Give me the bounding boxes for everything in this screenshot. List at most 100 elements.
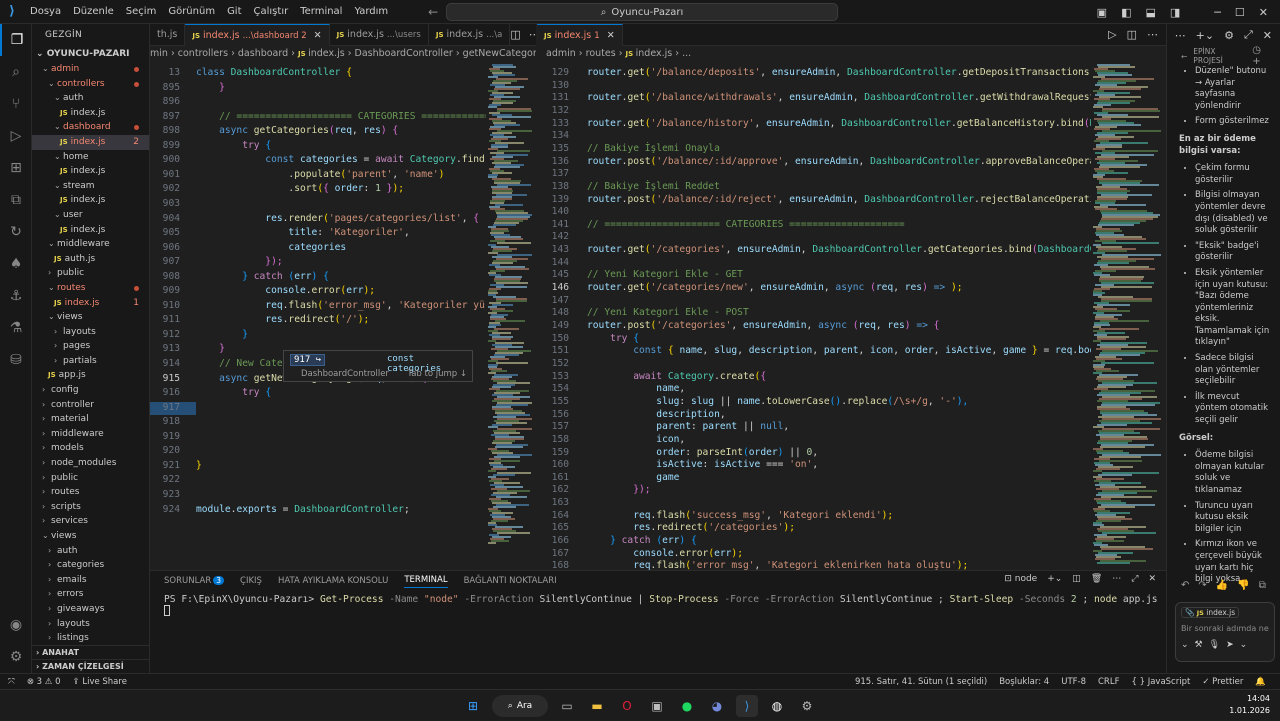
folder-item[interactable]: › categories bbox=[32, 558, 149, 573]
menu-item[interactable]: Çalıştır bbox=[248, 0, 295, 24]
breadcrumb-item[interactable]: admin bbox=[546, 48, 576, 59]
undo-icon[interactable]: ↶ bbox=[1181, 580, 1189, 591]
breadcrumb-item[interactable]: index.js bbox=[636, 48, 673, 59]
redo-icon[interactable]: ↷ bbox=[1198, 580, 1206, 591]
folder-item[interactable]: ⌄ controllers bbox=[32, 77, 149, 92]
breadcrumb-item[interactable]: controllers bbox=[178, 48, 228, 59]
editor-tab[interactable]: JS index.js ...\dashboard 2 ✕ bbox=[185, 24, 330, 47]
timeline-section[interactable]: › ZAMAN ÇİZELGESİ bbox=[32, 659, 149, 673]
chat-more-icon[interactable]: ⋯ bbox=[1175, 29, 1186, 42]
folder-item[interactable]: › layouts bbox=[32, 617, 149, 632]
remote-icon[interactable]: ⤧ bbox=[8, 677, 15, 687]
right-minimap[interactable] bbox=[1091, 62, 1166, 570]
menu-item[interactable]: Yardım bbox=[348, 0, 394, 24]
chat-maximize-icon[interactable]: ⤢ bbox=[1244, 28, 1253, 42]
tools-icon[interactable]: ⚒ bbox=[1195, 640, 1203, 650]
split-terminal-icon[interactable]: ◫ bbox=[1072, 574, 1081, 584]
panel-tab[interactable]: SORUNLAR 3 bbox=[164, 576, 225, 586]
breadcrumb-item[interactable]: ... bbox=[682, 48, 691, 59]
panel-tab[interactable]: ÇIKIŞ bbox=[240, 576, 262, 586]
folder-item[interactable]: ⌄ middleware bbox=[32, 237, 149, 252]
system-clock[interactable]: 14:04 1.01.2026 bbox=[1229, 693, 1270, 717]
search-view-icon[interactable]: ⌕ bbox=[0, 56, 32, 88]
folder-item[interactable]: › auth bbox=[32, 544, 149, 559]
remote-explorer-icon[interactable]: ⧉ bbox=[0, 184, 32, 216]
send-options-icon[interactable]: ⌄ bbox=[1240, 640, 1248, 650]
settings-app-icon[interactable]: ⚙ bbox=[796, 695, 818, 717]
encoding-status[interactable]: UTF-8 bbox=[1061, 677, 1086, 687]
layout-icon[interactable]: ▣ bbox=[1097, 6, 1107, 19]
folder-item[interactable]: › emails bbox=[32, 573, 149, 588]
cursor-position[interactable]: 915. Satır, 41. Sütun (1 seçildi) bbox=[855, 677, 987, 687]
more-actions-icon[interactable]: ⋯ bbox=[1147, 28, 1158, 41]
maximize-icon[interactable]: ☐ bbox=[1235, 6, 1245, 19]
test-icon[interactable]: ⚗ bbox=[0, 312, 32, 344]
panel-tab[interactable]: HATA AYIKLAMA KONSOLU bbox=[278, 576, 388, 586]
chat-back-icon[interactable]: ← bbox=[1181, 52, 1187, 61]
folder-item[interactable]: › listings bbox=[32, 631, 149, 646]
folder-item[interactable]: ⌄ home bbox=[32, 150, 149, 165]
taskbar-search[interactable]: ⌕ Ara bbox=[492, 694, 548, 717]
run-icon[interactable]: ▷ bbox=[1108, 28, 1116, 41]
eol-status[interactable]: CRLF bbox=[1098, 677, 1119, 687]
breadcrumb-item[interactable]: DashboardController bbox=[355, 48, 453, 59]
language-status[interactable]: { } JavaScript bbox=[1131, 677, 1190, 687]
editor-tab[interactable]: th.js bbox=[150, 24, 186, 46]
photos-icon[interactable]: ▣ bbox=[646, 695, 668, 717]
file-item[interactable]: JS index.js 2 bbox=[32, 134, 149, 150]
folder-item[interactable]: ⌄ views bbox=[32, 310, 149, 325]
breadcrumb-item[interactable]: index.js bbox=[308, 48, 345, 59]
live-share-status[interactable]: ⇪ Live Share bbox=[73, 677, 127, 687]
windows-start-icon[interactable]: ⊞ bbox=[462, 695, 484, 717]
editor-tab[interactable]: JS index.js ...\a bbox=[429, 24, 511, 46]
folder-item[interactable]: › pages bbox=[32, 339, 149, 354]
account-icon[interactable]: ◉ bbox=[0, 609, 32, 641]
chat-close-icon[interactable]: ✕ bbox=[1263, 29, 1272, 42]
source-control-icon[interactable]: ⑂ bbox=[0, 88, 32, 120]
breadcrumb-item[interactable]: min bbox=[150, 48, 168, 59]
file-item[interactable]: JS index.js bbox=[32, 193, 149, 208]
folder-item[interactable]: ⌄ dashboard bbox=[32, 120, 149, 135]
folder-item[interactable]: ⌄ routes bbox=[32, 281, 149, 296]
database-icon[interactable]: ⛁ bbox=[0, 344, 32, 376]
file-item[interactable]: JS index.js 1 bbox=[32, 296, 149, 311]
chat-history-icon[interactable]: ◷ + bbox=[1252, 45, 1280, 67]
folder-item[interactable]: › services bbox=[32, 514, 149, 529]
new-terminal-icon[interactable]: +⌄ bbox=[1047, 574, 1062, 584]
aux-sidebar-toggle-icon[interactable]: ◨ bbox=[1170, 6, 1180, 19]
panel-tab[interactable]: TERMINAL bbox=[404, 575, 448, 588]
kill-terminal-icon[interactable]: 🗑 bbox=[1091, 574, 1102, 584]
prettier-status[interactable]: ✓ Prettier bbox=[1202, 677, 1243, 687]
menu-item[interactable]: Seçim bbox=[120, 0, 163, 24]
breadcrumb-item[interactable]: routes bbox=[586, 48, 616, 59]
run-debug-icon[interactable]: ▷ bbox=[0, 120, 32, 152]
maximize-panel-icon[interactable]: ⤢ bbox=[1131, 574, 1138, 584]
split-editor-icon[interactable]: ◫ bbox=[510, 28, 520, 41]
file-item[interactable]: JS index.js bbox=[32, 164, 149, 179]
tab-close-icon[interactable]: ✕ bbox=[314, 25, 322, 47]
folder-item[interactable]: › routes bbox=[32, 485, 149, 500]
folder-item[interactable]: ⌄ views bbox=[32, 529, 149, 544]
file-explorer-icon[interactable]: ▬ bbox=[586, 695, 608, 717]
spotify-icon[interactable]: ● bbox=[676, 695, 698, 717]
command-center-search[interactable]: ⌕ Oyuncu-Pazarı bbox=[446, 3, 838, 21]
github-desktop-icon[interactable]: ◍ bbox=[766, 695, 788, 717]
panel-toggle-icon[interactable]: ⬓ bbox=[1145, 6, 1155, 19]
folder-item[interactable]: ⌄ auth bbox=[32, 91, 149, 106]
task-view-icon[interactable]: ▭ bbox=[556, 695, 578, 717]
thumbs-up-icon[interactable]: 👍 bbox=[1216, 580, 1228, 591]
minimize-icon[interactable]: ─ bbox=[1214, 6, 1221, 19]
folder-item[interactable]: › public bbox=[32, 471, 149, 486]
vscode-taskbar-icon[interactable]: ⟩ bbox=[736, 694, 758, 717]
menu-item[interactable]: Terminal bbox=[294, 0, 348, 24]
live-share-icon[interactable]: ↻ bbox=[0, 216, 32, 248]
file-chip[interactable]: 📎 JS index.js bbox=[1181, 607, 1240, 618]
menu-item[interactable]: Dosya bbox=[24, 0, 67, 24]
agent-mode-icon[interactable]: ⌄ bbox=[1181, 640, 1189, 650]
sidebar-toggle-icon[interactable]: ◧ bbox=[1121, 6, 1131, 19]
split-editor-icon[interactable]: ◫ bbox=[1127, 28, 1137, 41]
settings-gear-icon[interactable]: ⚙ bbox=[0, 641, 32, 673]
left-minimap[interactable] bbox=[486, 62, 536, 560]
left-code-editor[interactable]: 13 class DashboardController {895 } 896 897… bbox=[150, 62, 486, 570]
notifications-icon[interactable]: 🔔 bbox=[1255, 677, 1266, 687]
